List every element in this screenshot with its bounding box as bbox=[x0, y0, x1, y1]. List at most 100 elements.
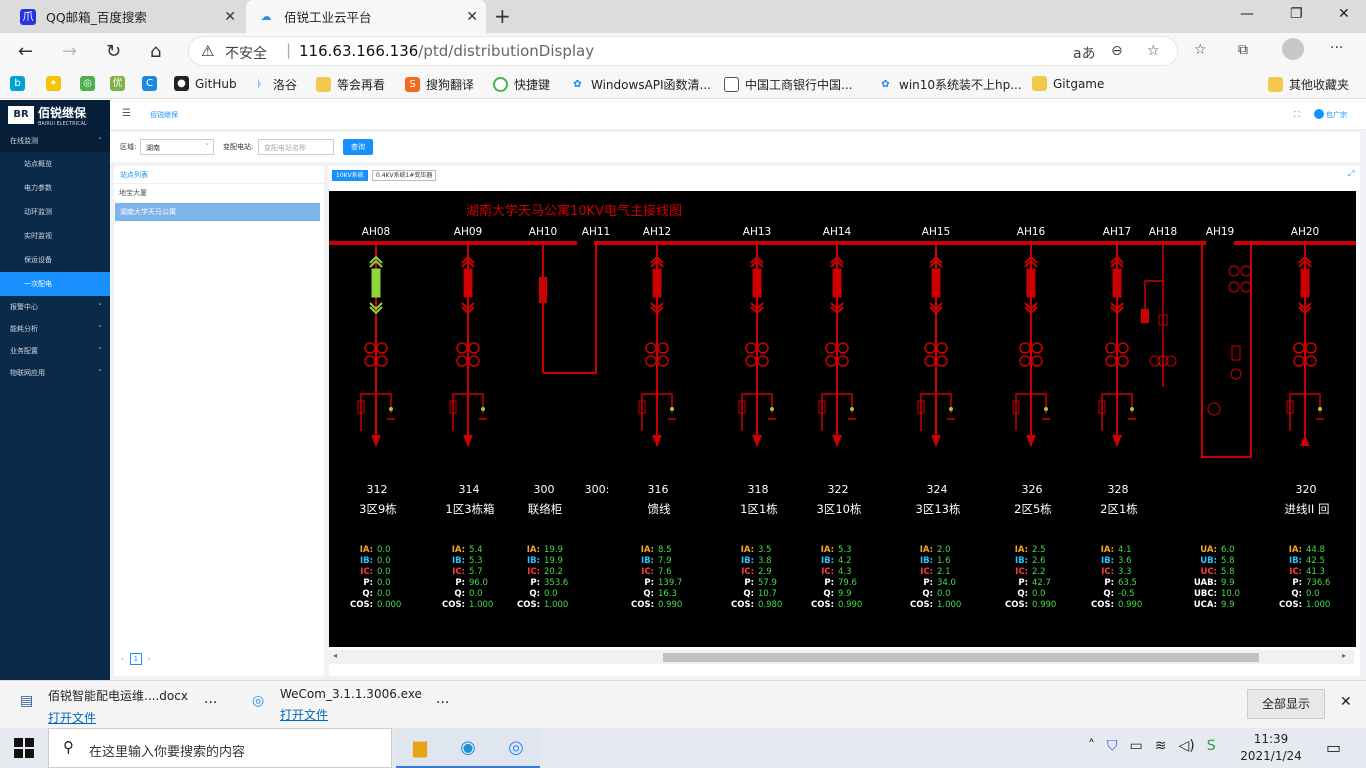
sidebar-item-distribution[interactable]: 一次配电 bbox=[0, 272, 110, 296]
bookmark-winapi[interactable]: ✿ WindowsAPI函数清... bbox=[570, 76, 711, 93]
station-item[interactable]: 地宝大厦 bbox=[114, 184, 324, 202]
notification-icon[interactable]: ▭ bbox=[1326, 738, 1341, 757]
user-name[interactable]: 包广宗 bbox=[1326, 110, 1347, 120]
bookmark-ci[interactable]: C bbox=[142, 76, 163, 91]
browser-tab-2[interactable]: ☁ 佰锐工业云平台 ✕ bbox=[246, 0, 486, 33]
avatar[interactable] bbox=[1314, 109, 1324, 119]
taskbar-search[interactable]: ⚲ 在这里输入你要搜索的内容 bbox=[48, 728, 392, 768]
url-field[interactable]: ⚠ 不安全 | 116.63.166.136/ptd/distributionD… bbox=[188, 36, 1178, 66]
scroll-right-icon[interactable]: ▸ bbox=[1342, 651, 1346, 660]
edge-icon[interactable]: ◉ bbox=[444, 728, 492, 768]
favorites-icon[interactable]: ☆ bbox=[1194, 42, 1207, 58]
sidebar-group-online[interactable]: 在线监测 ˄ bbox=[0, 130, 110, 152]
collections-icon[interactable]: ⧉ bbox=[1238, 42, 1248, 58]
next-page-icon[interactable]: › bbox=[148, 654, 151, 666]
tab-04kv[interactable]: 0.4KV系统1#变压器 bbox=[372, 170, 437, 181]
browser-tab-1[interactable]: 爪 QQ邮箱_百度搜索 ✕ bbox=[8, 0, 244, 33]
more-icon[interactable]: ··· bbox=[436, 695, 449, 711]
bookmark-luogu[interactable]: ᚦ 洛谷 bbox=[252, 76, 298, 93]
back-icon[interactable]: ← bbox=[18, 41, 33, 62]
read-aloud-icon[interactable]: aあ bbox=[1073, 43, 1096, 63]
chevron-down-icon: ˅ bbox=[98, 347, 103, 355]
bookmark-github[interactable]: ● GitHub bbox=[174, 76, 237, 91]
breadcrumb[interactable]: 佰锐继保 bbox=[150, 110, 178, 120]
home-icon[interactable]: ⌂ bbox=[150, 41, 161, 62]
bookmark-later[interactable]: 等会再看 bbox=[316, 76, 385, 93]
tie-riser bbox=[543, 245, 597, 374]
sidebar-item-realtime[interactable]: 实时监视 bbox=[0, 224, 110, 248]
tab-10kv[interactable]: 10KV系统 bbox=[332, 170, 368, 181]
bookmark-icbc[interactable]: 中国工商银行中国... bbox=[724, 76, 852, 93]
show-all-button[interactable]: 全部显示 bbox=[1247, 689, 1325, 719]
open-file-link[interactable]: 打开文件 bbox=[280, 706, 422, 723]
sidebar-group-alarm[interactable]: 报警中心 ˅ bbox=[0, 296, 110, 318]
shield-icon[interactable]: ⛉ bbox=[1107, 738, 1118, 754]
station-item-selected[interactable]: 湖南大学天马公寓 bbox=[115, 203, 320, 221]
sidebar-group-energy[interactable]: 能耗分析 ˅ bbox=[0, 318, 110, 340]
expand-icon[interactable]: ⤢ bbox=[1348, 169, 1354, 179]
sidebar-item-overview[interactable]: 站点概览 bbox=[0, 152, 110, 176]
windows-start-icon[interactable] bbox=[14, 738, 34, 758]
window-close-icon[interactable]: ✕ bbox=[1338, 6, 1350, 22]
chevron-up-icon[interactable]: ˄ bbox=[1088, 738, 1095, 754]
cabinet-id: AH14 bbox=[823, 226, 852, 238]
cabinet-id: AH15 bbox=[922, 226, 950, 238]
forward-icon[interactable]: → bbox=[62, 41, 77, 62]
download-item-1[interactable]: ▤ 佰锐智能配电运维....docx 打开文件 ··· bbox=[20, 687, 217, 726]
zoom-icon[interactable]: ⊖ bbox=[1111, 43, 1123, 59]
bookmark-sogou[interactable]: S 搜狗翻译 bbox=[405, 76, 474, 93]
profile-avatar[interactable] bbox=[1282, 38, 1304, 60]
station-input[interactable]: 变配电站名称 bbox=[258, 139, 334, 155]
bookmark-game[interactable]: ✦ bbox=[46, 76, 67, 91]
measure-label: P: bbox=[644, 578, 654, 588]
fullscreen-icon[interactable]: ⛶ bbox=[1294, 110, 1300, 120]
refresh-icon[interactable]: ↻ bbox=[106, 41, 121, 62]
new-tab-icon[interactable]: + bbox=[494, 4, 511, 28]
wifi-icon[interactable]: ≋ bbox=[1155, 738, 1167, 754]
minimize-icon[interactable]: — bbox=[1240, 6, 1254, 22]
bookmark-bilibili[interactable]: b bbox=[10, 76, 31, 91]
measure-value: 3.8 bbox=[758, 556, 772, 566]
other-bookmarks[interactable]: 其他收藏夹 bbox=[1268, 76, 1349, 93]
bookmark-shortcuts[interactable]: 快捷键 bbox=[493, 76, 550, 93]
menu-toggle-icon[interactable]: ☰ bbox=[122, 108, 131, 119]
bookmark-youxuan[interactable]: 优 bbox=[110, 76, 131, 91]
bookmark-gitgame[interactable]: Gitgame bbox=[1032, 76, 1104, 91]
clock[interactable]: 11:39 2021/1/24 bbox=[1234, 731, 1308, 765]
bookmark-cow[interactable]: ◎ bbox=[80, 76, 101, 91]
open-file-link[interactable]: 打开文件 bbox=[48, 709, 188, 726]
earth-switch-indicator bbox=[1130, 407, 1134, 411]
bookmark-label: 等会再看 bbox=[337, 78, 386, 92]
close-downloads-icon[interactable]: ✕ bbox=[1340, 694, 1352, 710]
prev-page-icon[interactable]: ‹ bbox=[121, 654, 124, 666]
more-icon[interactable]: ··· bbox=[204, 695, 217, 711]
close-tab-icon[interactable]: ✕ bbox=[224, 9, 236, 25]
restore-icon[interactable]: ❐ bbox=[1290, 6, 1303, 22]
favorite-add-icon[interactable]: ☆ bbox=[1147, 43, 1160, 59]
measure-value: 2.1 bbox=[937, 567, 951, 577]
region-select[interactable]: 湖南 ˅ bbox=[140, 139, 214, 155]
bookmark-win10[interactable]: ✿ win10系统装不上hp... bbox=[878, 76, 1021, 93]
sidebar-group-config[interactable]: 业务配置 ˅ bbox=[0, 340, 110, 362]
wecom-taskbar-icon[interactable]: ◎ bbox=[492, 728, 540, 768]
sidebar-item-env[interactable]: 动环监测 bbox=[0, 200, 110, 224]
download-item-2[interactable]: ◎ WeCom_3.1.1.3006.exe 打开文件 ··· bbox=[252, 687, 449, 723]
speaker-icon[interactable]: ◁) bbox=[1178, 738, 1194, 754]
sidebar-group-iot[interactable]: 物联网应用 ˅ bbox=[0, 362, 110, 384]
query-button[interactable]: 查询 bbox=[343, 139, 373, 155]
measure-label: UBC: bbox=[1194, 589, 1217, 599]
page-number[interactable]: 1 bbox=[129, 653, 142, 665]
battery-icon[interactable]: ▭ bbox=[1130, 738, 1143, 754]
scroll-thumb[interactable] bbox=[663, 653, 1259, 662]
file-explorer-icon[interactable]: ▆ bbox=[396, 728, 444, 768]
sidebar-item-devices[interactable]: 保运设备 bbox=[0, 248, 110, 272]
cabinet-name: 进线II 回 bbox=[1285, 502, 1330, 516]
scroll-left-icon[interactable]: ◂ bbox=[333, 651, 337, 660]
sidebar-item-power[interactable]: 电力参数 bbox=[0, 176, 110, 200]
cabinet-id: AH18 bbox=[1149, 226, 1177, 238]
horizontal-scrollbar[interactable]: ◂ ▸ bbox=[329, 650, 1354, 664]
sogou-ime-icon[interactable]: S bbox=[1207, 738, 1216, 754]
earth-switch-indicator bbox=[1318, 407, 1322, 411]
more-menu-icon[interactable]: ··· bbox=[1330, 40, 1343, 56]
close-tab-icon[interactable]: ✕ bbox=[466, 9, 478, 25]
